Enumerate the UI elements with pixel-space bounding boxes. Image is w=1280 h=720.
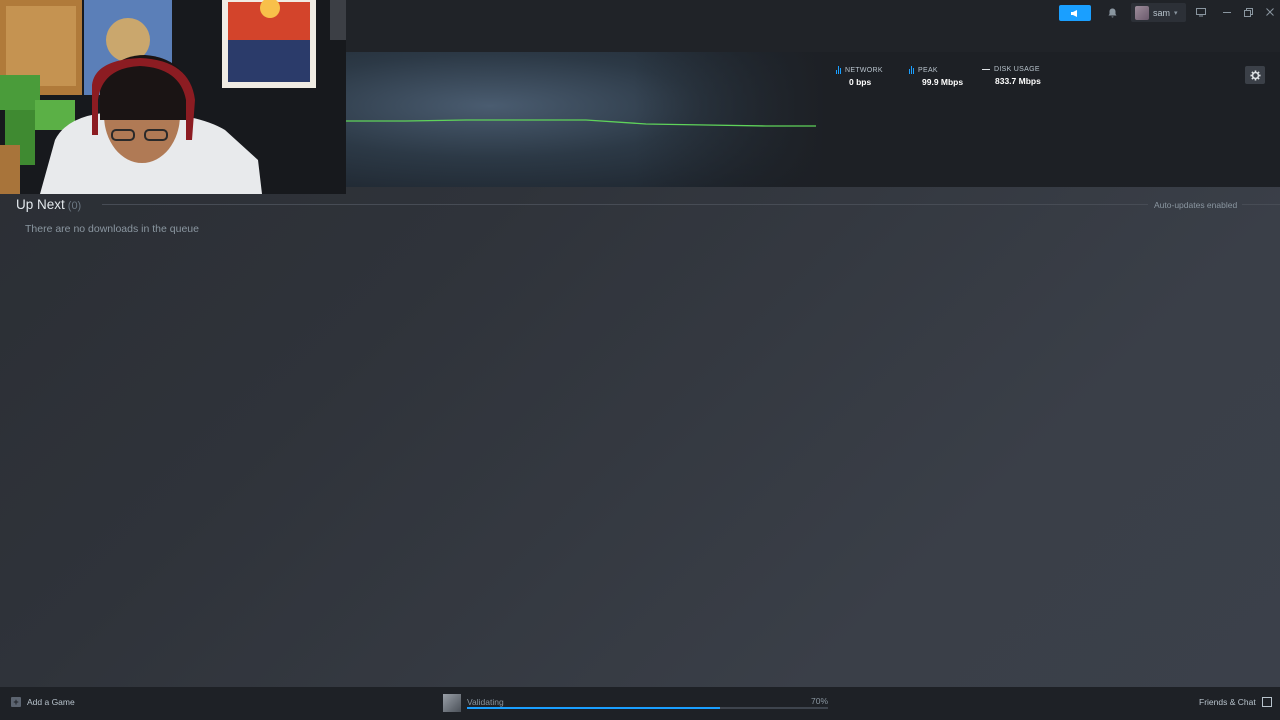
up-next-title: Up Next xyxy=(16,197,65,212)
up-next-count: (0) xyxy=(67,200,82,212)
bell-icon xyxy=(1108,8,1116,18)
download-progress-fill xyxy=(467,707,720,709)
download-settings-button[interactable] xyxy=(1245,66,1265,84)
download-status[interactable]: Validating xyxy=(467,697,504,707)
announcements-button[interactable] xyxy=(1059,5,1091,21)
queue-empty-message: There are no downloads in the queue xyxy=(25,223,199,235)
friends-chat-label: Friends & Chat xyxy=(1199,697,1256,707)
restore-icon xyxy=(1243,7,1253,17)
up-next-heading: Up Next (0) xyxy=(16,197,81,212)
minimize-button[interactable] xyxy=(1218,3,1236,21)
friends-chat-button[interactable]: Friends & Chat xyxy=(1199,697,1272,707)
stat-disk-usage: DISK USAGE 833.7 Mbps xyxy=(982,66,1041,86)
bandwidth-graph xyxy=(346,119,816,127)
stat-disk-value: 833.7 Mbps xyxy=(995,76,1041,86)
webcam-image xyxy=(0,0,346,194)
stat-disk-label: DISK USAGE xyxy=(994,66,1040,73)
bar-chart-icon xyxy=(909,66,914,74)
close-icon xyxy=(1266,8,1274,16)
section-divider xyxy=(102,204,1148,205)
webcam-overlay xyxy=(0,0,346,194)
avatar xyxy=(1135,5,1149,20)
chat-icon xyxy=(1261,697,1272,707)
bandwidth-line xyxy=(346,119,816,127)
big-picture-button[interactable] xyxy=(1192,3,1210,21)
stat-network-label: NETWORK xyxy=(845,66,883,74)
notifications-button[interactable] xyxy=(1103,5,1121,21)
monitor-icon xyxy=(1196,7,1206,16)
download-progress-bar[interactable] xyxy=(467,707,828,709)
add-game-label: Add a Game xyxy=(27,697,75,707)
plus-icon: + xyxy=(11,697,21,707)
maximize-button[interactable] xyxy=(1239,3,1257,21)
download-game-thumbnail[interactable] xyxy=(443,694,461,712)
megaphone-icon xyxy=(1071,9,1077,17)
download-percent: 70% xyxy=(811,696,829,706)
stat-peak: PEAK 99.9 Mbps xyxy=(909,66,963,87)
close-button[interactable] xyxy=(1261,3,1279,21)
section-divider xyxy=(1242,204,1280,205)
username: sam xyxy=(1153,7,1171,18)
line-legend-icon xyxy=(982,69,990,70)
chevron-down-icon: ▾ xyxy=(1174,9,1178,17)
minimize-icon xyxy=(1223,11,1231,13)
status-bar xyxy=(0,687,1280,720)
add-game-button[interactable]: + Add a Game xyxy=(11,697,75,707)
bar-chart-icon xyxy=(836,66,841,74)
auto-updates-label: Auto-updates enabled xyxy=(1154,200,1238,210)
stat-peak-value: 99.9 Mbps xyxy=(922,77,964,87)
stat-network-value: 0 bps xyxy=(849,77,872,87)
stat-peak-label: PEAK xyxy=(918,66,938,74)
stat-network: NETWORK 0 bps xyxy=(836,66,883,87)
account-menu[interactable]: sam ▾ xyxy=(1131,3,1186,22)
gear-icon xyxy=(1249,69,1261,81)
